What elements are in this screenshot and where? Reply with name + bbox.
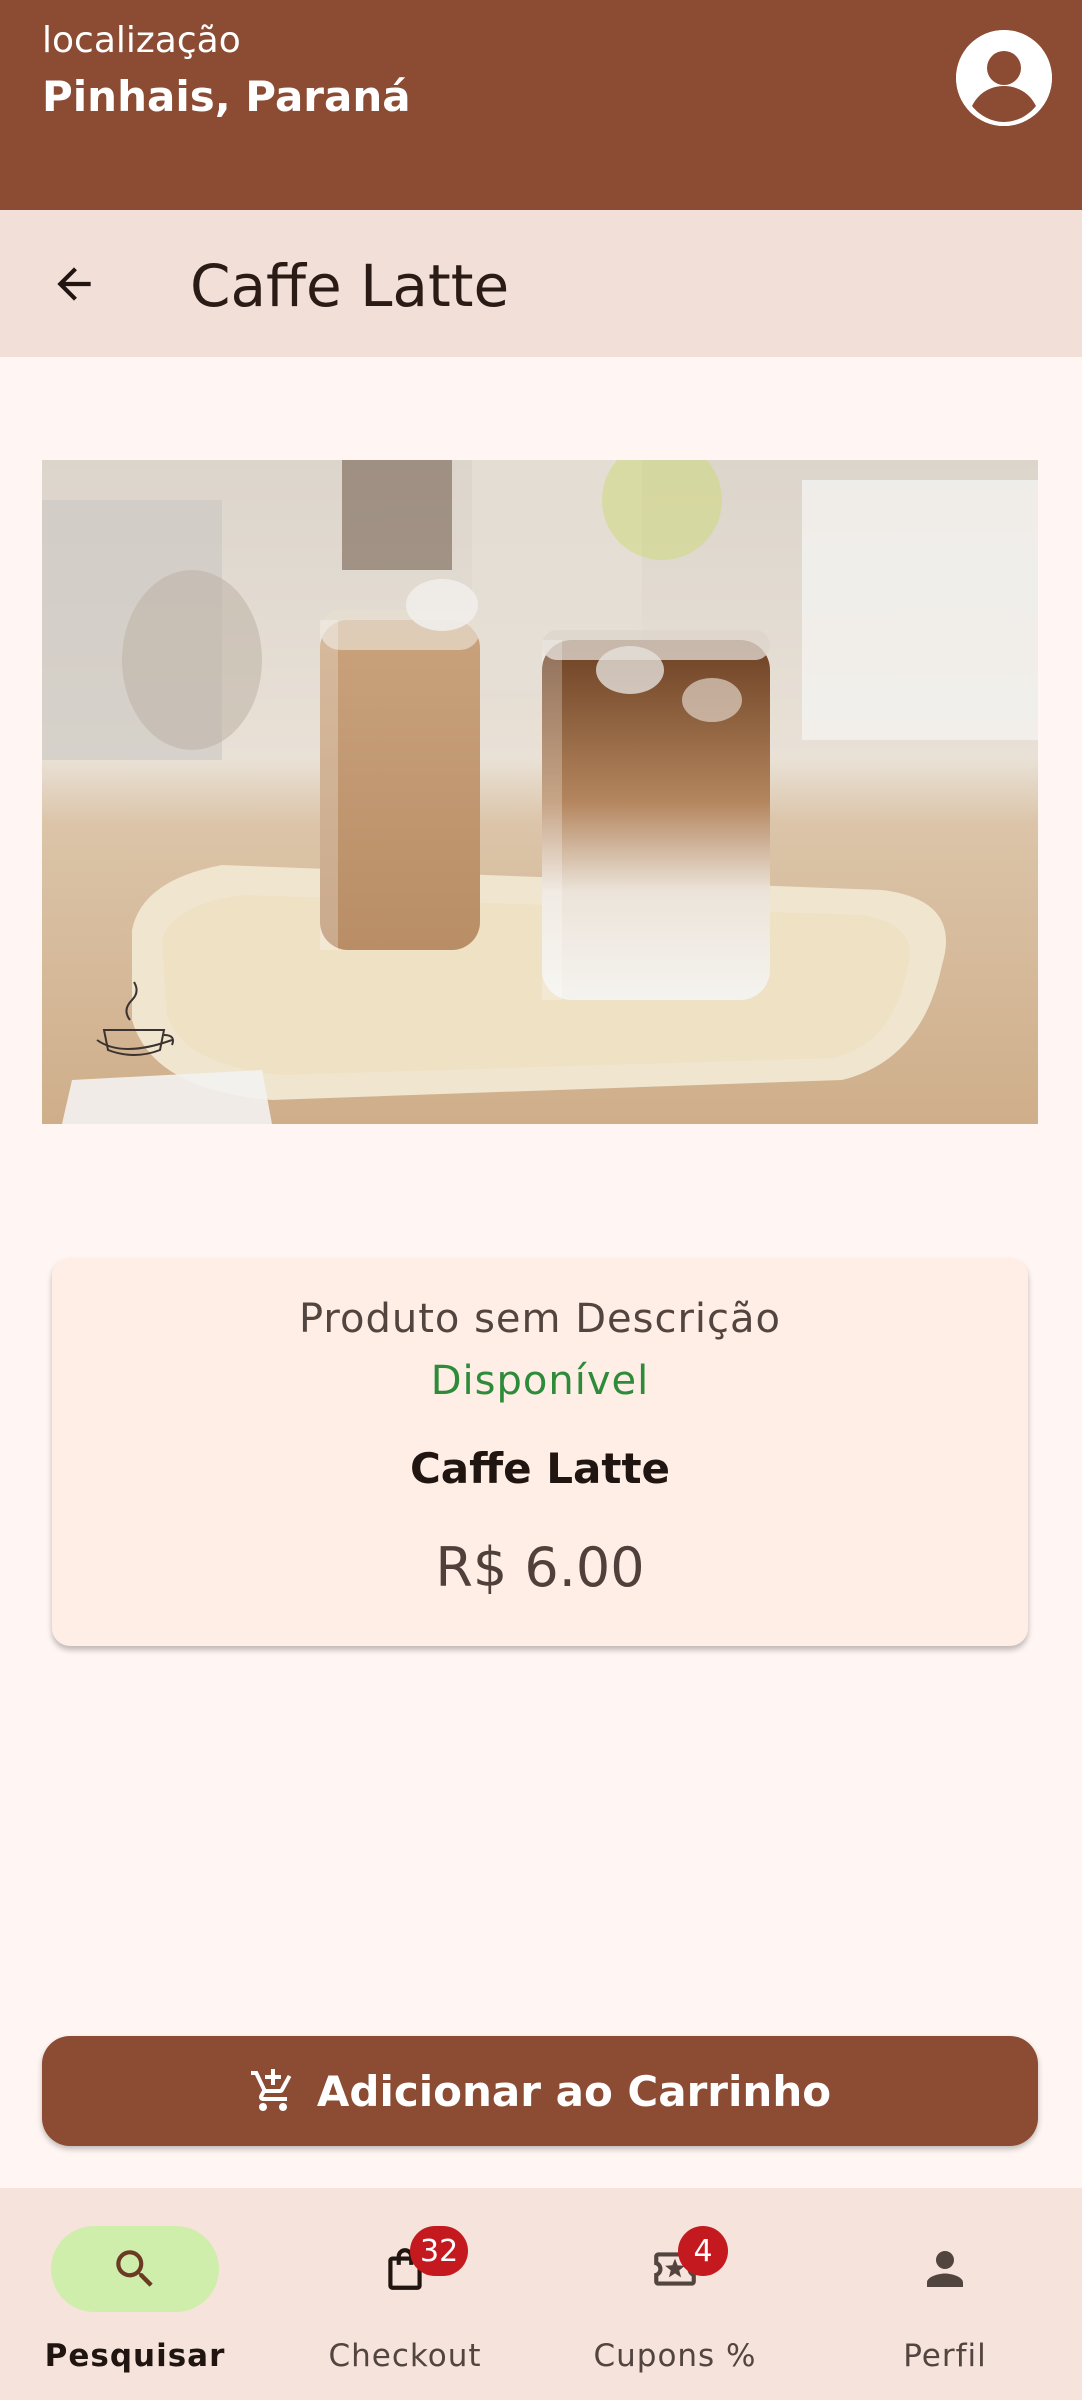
search-icon: [116, 2250, 153, 2287]
availability-status: Disponível: [430, 1358, 650, 1404]
nav-label-pesquisar: Pesquisar: [44, 2338, 226, 2374]
page-title: Caffe Latte: [190, 252, 510, 320]
location-label: localização: [42, 20, 241, 61]
app-bar: Caffe Latte: [0, 210, 1082, 357]
product-description: Produto sem Descrição: [299, 1296, 781, 1342]
product-name: Caffe Latte: [409, 1444, 671, 1493]
back-button[interactable]: [40, 250, 108, 318]
nav-item-cupons[interactable]: 4 Cupons %: [540, 2188, 810, 2400]
nav-item-checkout[interactable]: 32 Checkout: [270, 2188, 540, 2400]
nav-label-cupons: Cupons %: [593, 2338, 757, 2374]
nav-active-indicator: [51, 2226, 219, 2312]
arrow-back-icon: [57, 267, 91, 301]
account-circle-icon: [956, 30, 1052, 126]
iced-latte-illustration: [42, 460, 1038, 1124]
nav-item-pesquisar[interactable]: Pesquisar: [0, 2188, 270, 2400]
nav-item-perfil[interactable]: Perfil: [810, 2188, 1080, 2400]
location-value[interactable]: Pinhais, Paraná: [42, 72, 411, 121]
coupons-count-badge: 4: [678, 2226, 728, 2276]
nav-label-checkout: Checkout: [328, 2338, 482, 2374]
add-shopping-cart-icon: [250, 2069, 292, 2111]
nav-label-perfil: Perfil: [903, 2338, 987, 2374]
add-to-cart-button[interactable]: Adicionar ao Carrinho: [42, 2036, 1038, 2146]
product-price: R$ 6.00: [435, 1536, 645, 1599]
bottom-navigation: Pesquisar 32 Checkout 4 Cupons % Perfil: [0, 2188, 1082, 2400]
add-to-cart-label: Adicionar ao Carrinho: [316, 2066, 832, 2116]
location-header: localização Pinhais, Paraná: [0, 0, 1082, 210]
checkout-count-badge: 32: [410, 2226, 469, 2276]
person-icon: [927, 2251, 963, 2287]
profile-avatar-button[interactable]: [956, 30, 1052, 126]
app-root: localização Pinhais, Paraná Caffe Latte: [0, 0, 1082, 2400]
nav-icon-container: [861, 2226, 1029, 2312]
nav-icon-container: [591, 2226, 759, 2312]
product-image: [42, 460, 1038, 1124]
product-info-card: Produto sem Descrição Disponível Caffe L…: [52, 1258, 1028, 1646]
